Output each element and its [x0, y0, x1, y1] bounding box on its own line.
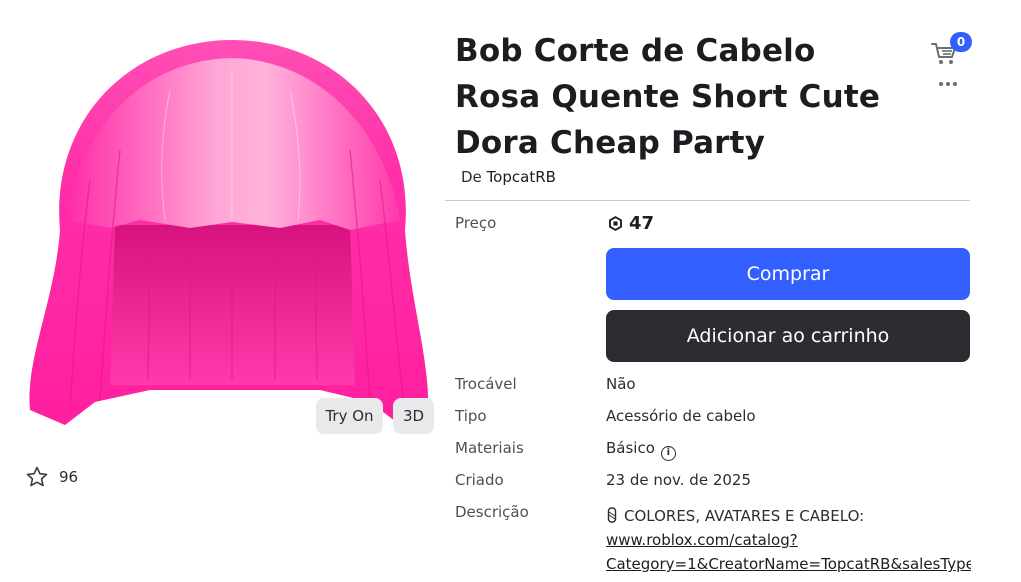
creator-prefix: De — [461, 168, 482, 186]
try-on-button[interactable]: Try On — [316, 398, 383, 434]
description-line-text: COLORES, AVATARES E CABELO: — [624, 507, 865, 525]
price-value: 47 — [629, 213, 655, 234]
more-options-icon[interactable] — [938, 78, 958, 90]
add-to-cart-button[interactable]: Adicionar ao carrinho — [606, 310, 970, 362]
item-thumbnail — [20, 30, 445, 440]
cart-count-badge: 0 — [950, 32, 972, 52]
description-link-line2[interactable]: Category=1&CreatorName=TopcatRB&salesTyp… — [606, 552, 971, 576]
test-tube-icon — [607, 507, 617, 523]
type-value: Acessório de cabelo — [606, 407, 756, 425]
materials-label: Materiais — [455, 439, 524, 457]
favorite-count: 96 — [59, 468, 79, 486]
price-value-row: 47 — [608, 213, 654, 234]
price-label: Preço — [455, 214, 497, 232]
created-label: Criado — [455, 471, 504, 489]
description-label: Descrição — [455, 503, 529, 521]
type-label: Tipo — [455, 407, 487, 425]
materials-row: Básico i — [606, 439, 676, 461]
created-value: 23 de nov. de 2025 — [606, 471, 751, 489]
star-outline-icon — [26, 466, 48, 487]
info-icon[interactable]: i — [660, 446, 676, 461]
divider — [445, 200, 970, 201]
view-3d-button[interactable]: 3D — [393, 398, 434, 434]
creator-link[interactable]: TopcatRB — [487, 168, 556, 186]
tradable-label: Trocável — [455, 375, 517, 393]
buy-button[interactable]: Comprar — [606, 248, 970, 300]
tradable-value: Não — [606, 375, 636, 393]
robux-icon — [609, 216, 622, 231]
description-line: COLORES, AVATARES E CABELO: — [606, 504, 971, 528]
creator-line: De TopcatRB — [461, 168, 556, 186]
description-text: COLORES, AVATARES E CABELO: www.roblox.c… — [606, 504, 971, 576]
description-link-line1[interactable]: www.roblox.com/catalog? — [606, 528, 971, 552]
item-title: Bob Corte de Cabelo Rosa Quente Short Cu… — [455, 33, 881, 161]
favorite-button[interactable]: 96 — [25, 464, 78, 490]
pink-bob-hair-image — [29, 40, 429, 425]
materials-value: Básico — [606, 439, 655, 457]
